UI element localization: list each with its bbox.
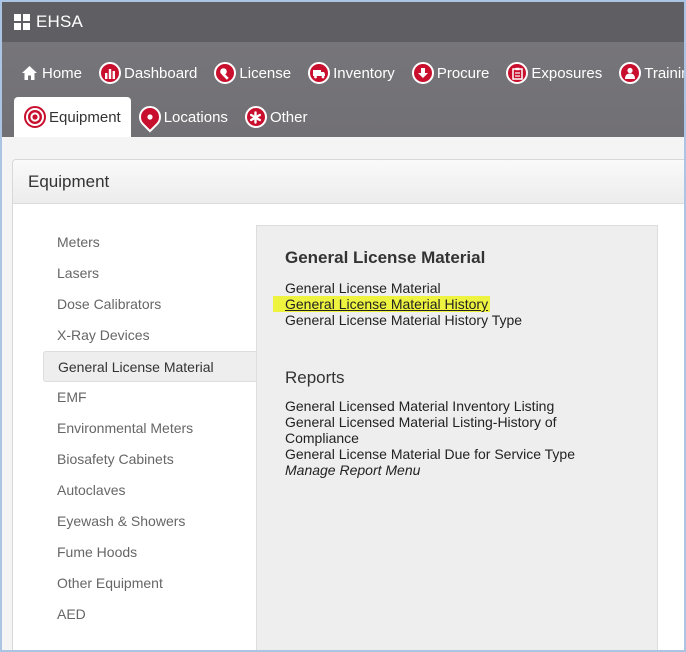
truck-icon <box>308 62 331 84</box>
nav-locations[interactable]: Locations <box>131 97 237 137</box>
section-title-general-license-material: General License Material <box>285 248 486 267</box>
nav-equipment[interactable]: Equipment <box>14 97 131 137</box>
sidebar-item-dose-calibrators[interactable]: Dose Calibrators <box>43 289 257 320</box>
nav-home[interactable]: Home <box>12 53 91 93</box>
equipment-panel: Equipment Meters Lasers Dose Calibrators… <box>12 159 684 650</box>
sidebar-item-environmental-meters[interactable]: Environmental Meters <box>43 413 257 444</box>
report-listing-history-of-compliance[interactable]: General Licensed Material Listing-Histor… <box>285 414 585 446</box>
panel-title: Equipment <box>13 160 684 204</box>
sidebar-item-biosafety-cabinets[interactable]: Biosafety Cabinets <box>43 444 257 475</box>
nav-training-label: Training <box>644 64 684 82</box>
sidebar-item-fume-hoods[interactable]: Fume Hoods <box>43 537 257 568</box>
grid-logo-icon <box>14 14 30 30</box>
sidebar-item-aed[interactable]: AED <box>43 599 257 630</box>
nav-exposures-label: Exposures <box>531 64 603 82</box>
clipboard-icon <box>506 62 529 84</box>
target-icon <box>24 106 46 128</box>
nav-row-secondary: Equipment Locations Other <box>14 97 316 137</box>
report-inventory-listing[interactable]: General Licensed Material Inventory List… <box>285 398 585 414</box>
asterisk-icon <box>244 106 267 128</box>
detail-box: General License Material General License… <box>256 225 658 650</box>
manage-report-menu-link[interactable]: Manage Report Menu <box>285 462 585 478</box>
sidebar-item-meters[interactable]: Meters <box>43 227 257 258</box>
nav-other[interactable]: Other <box>237 97 317 137</box>
sidebar-item-autoclaves[interactable]: Autoclaves <box>43 475 257 506</box>
link-general-license-material[interactable]: General License Material <box>285 280 625 296</box>
nav-row-primary: Home Dashboard License Inventory Procure… <box>12 53 684 93</box>
main-navigation: Home Dashboard License Inventory Procure… <box>2 42 684 137</box>
reports-links: General Licensed Material Inventory List… <box>285 398 585 478</box>
link-general-license-material-history[interactable]: General License Material History <box>285 296 625 312</box>
wrench-icon <box>214 62 237 84</box>
sidebar-item-emf[interactable]: EMF <box>43 382 257 413</box>
section-title-reports: Reports <box>285 368 345 387</box>
sidebar-item-x-ray-devices[interactable]: X-Ray Devices <box>43 320 257 351</box>
sidebar-item-lasers[interactable]: Lasers <box>43 258 257 289</box>
nav-equipment-label: Equipment <box>49 108 121 126</box>
home-icon <box>20 62 38 84</box>
sidebar-item-other-equipment[interactable]: Other Equipment <box>43 568 257 599</box>
sidebar-item-general-license-material[interactable]: General License Material <box>43 351 257 382</box>
arrow-down-icon <box>411 62 434 84</box>
nav-procure[interactable]: Procure <box>404 53 499 93</box>
app-title: EHSA <box>36 12 84 31</box>
nav-inventory-label: Inventory <box>333 64 395 82</box>
equipment-sidebar: Meters Lasers Dose Calibrators X-Ray Dev… <box>43 227 257 630</box>
sidebar-item-eyewash-showers[interactable]: Eyewash & Showers <box>43 506 257 537</box>
nav-home-label: Home <box>42 64 83 82</box>
nav-exposures[interactable]: Exposures <box>498 53 611 93</box>
nav-dashboard[interactable]: Dashboard <box>91 53 206 93</box>
nav-license-label: License <box>239 64 292 82</box>
general-license-links: General License Material General License… <box>285 280 625 328</box>
nav-dashboard-label: Dashboard <box>124 64 198 82</box>
content-area: Equipment Meters Lasers Dose Calibrators… <box>2 137 684 650</box>
person-icon <box>619 62 642 84</box>
nav-training[interactable]: Training <box>611 53 684 93</box>
nav-license[interactable]: License <box>206 53 300 93</box>
report-due-for-service-type[interactable]: General License Material Due for Service… <box>285 446 585 462</box>
bar-chart-icon <box>99 62 122 84</box>
nav-procure-label: Procure <box>436 64 490 82</box>
app-window: EHSA Home Dashboard License Inventory Pr… <box>0 0 686 652</box>
nav-locations-label: Locations <box>163 108 228 126</box>
nav-other-label: Other <box>269 108 308 126</box>
title-bar: EHSA <box>2 2 684 42</box>
link-general-license-material-history-type[interactable]: General License Material History Type <box>285 312 625 328</box>
nav-inventory[interactable]: Inventory <box>300 53 404 93</box>
map-pin-icon <box>134 101 166 133</box>
